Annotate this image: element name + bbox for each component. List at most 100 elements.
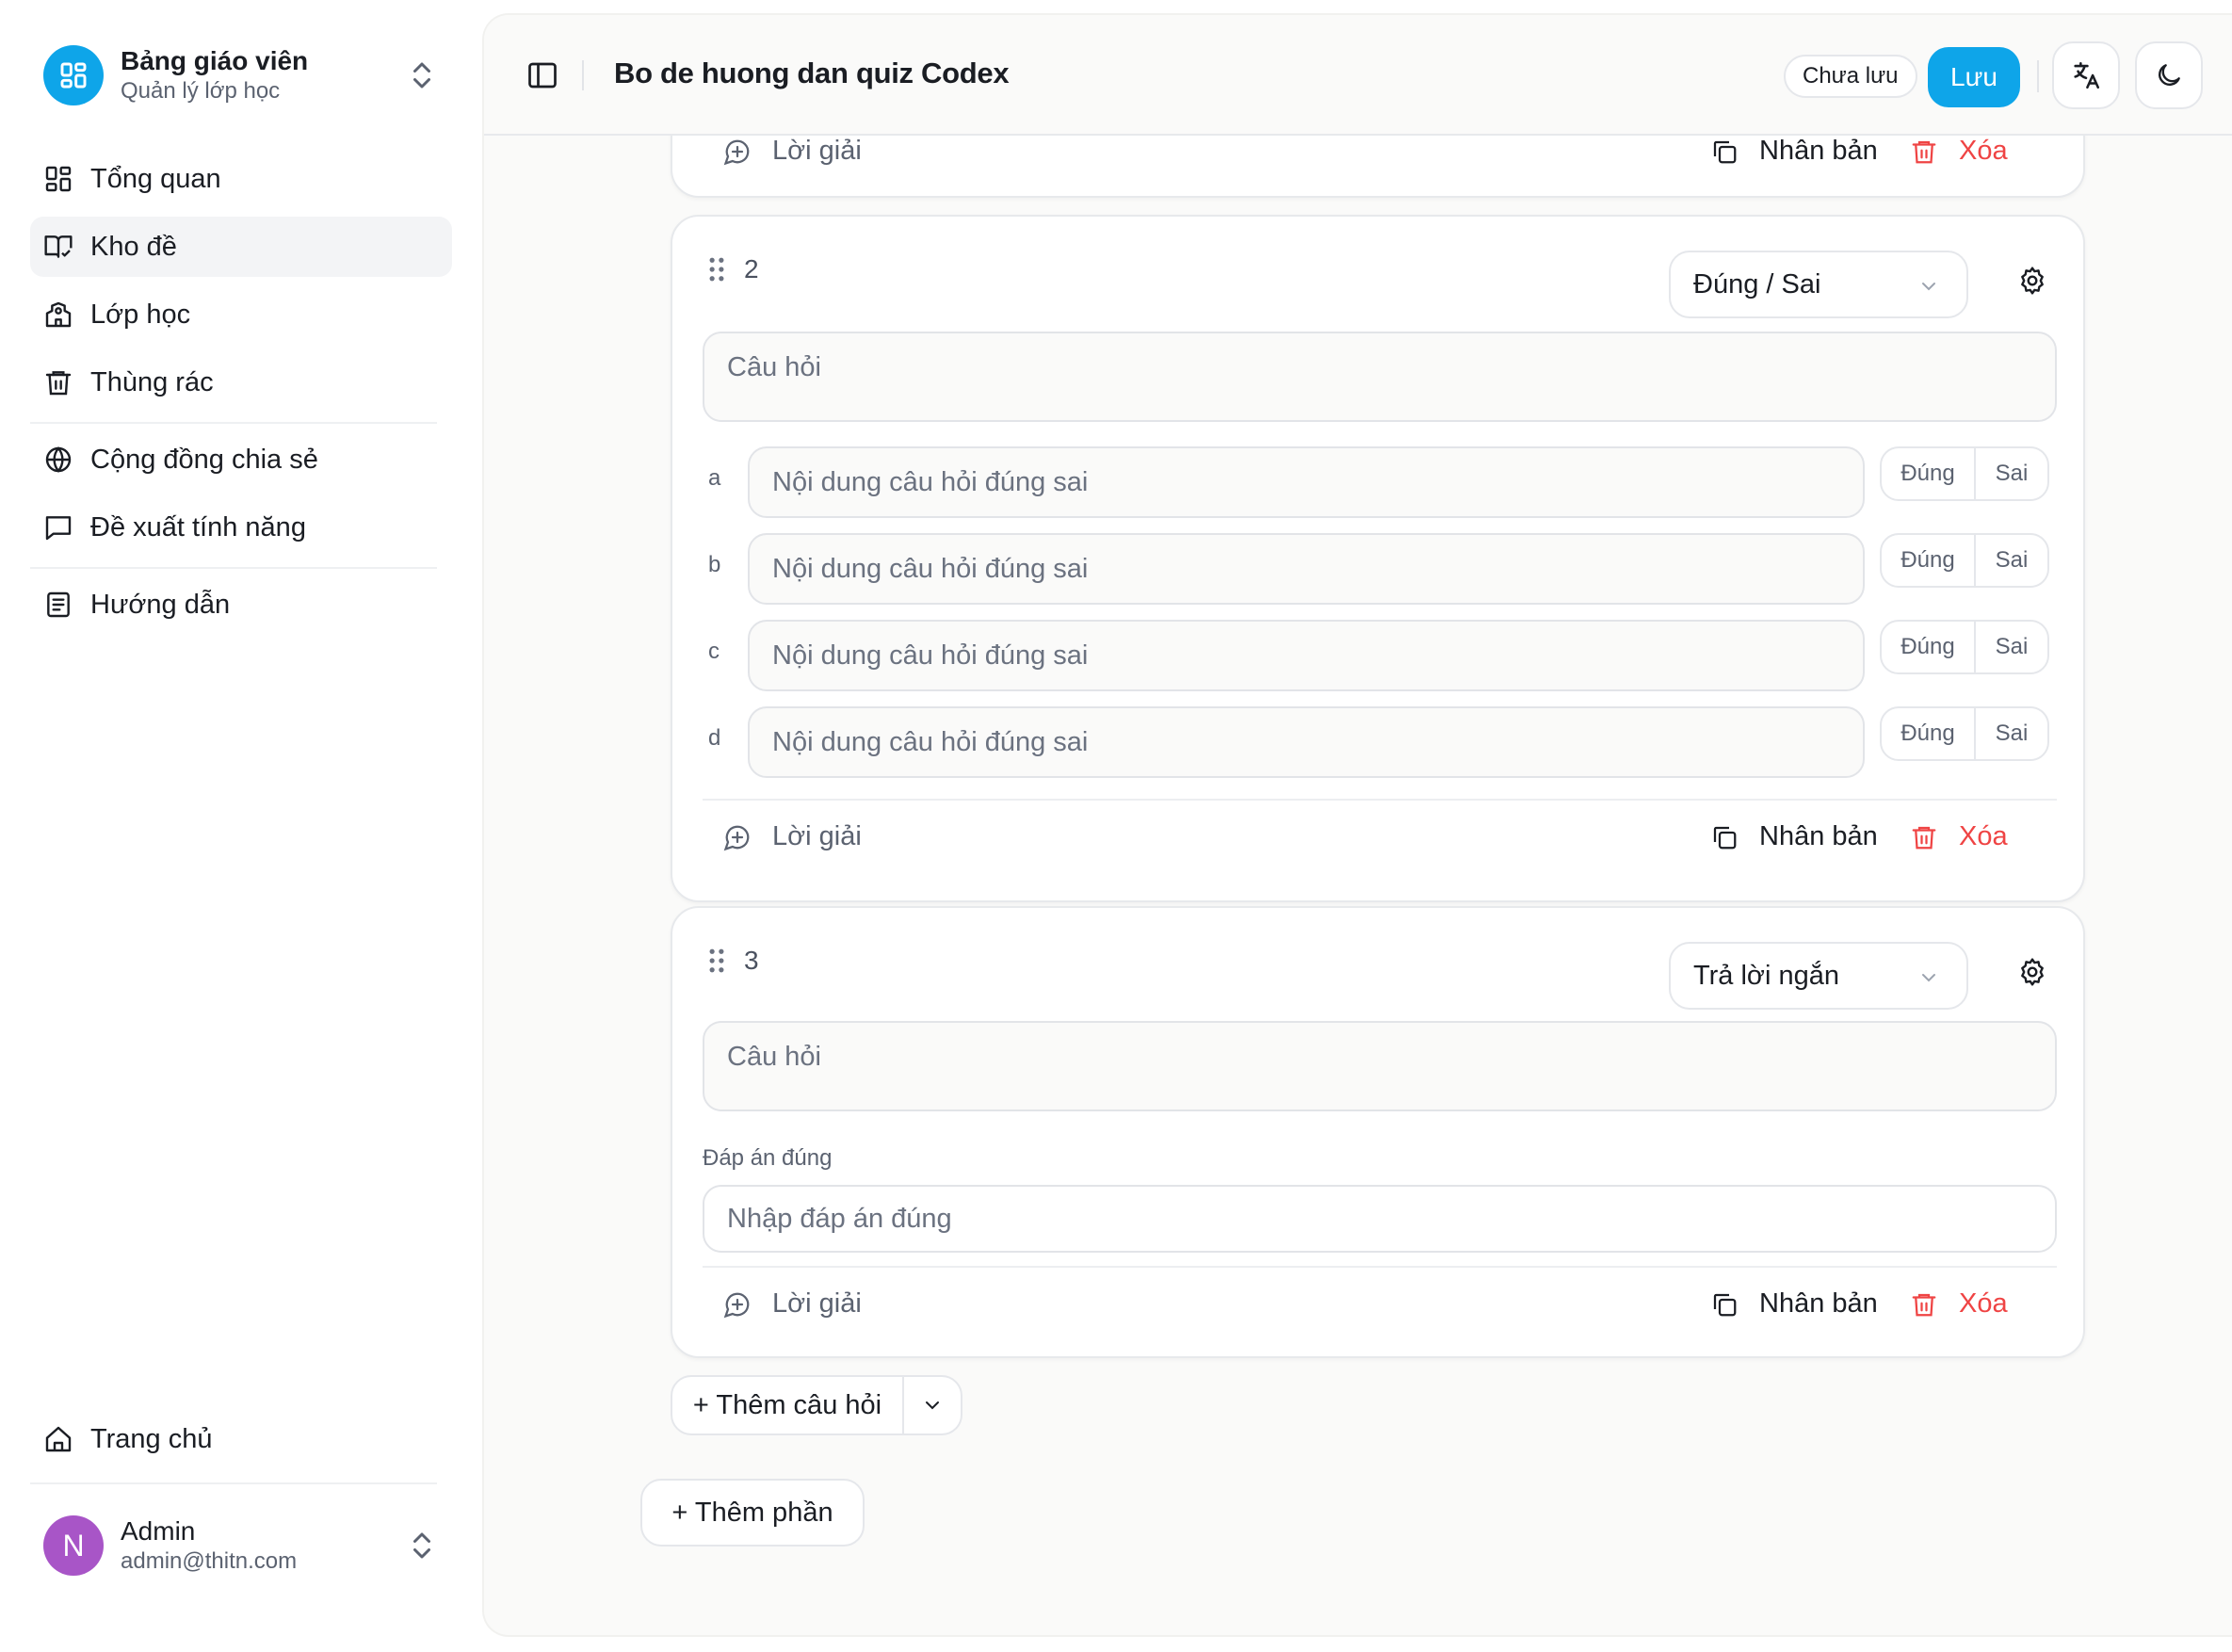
- translate-icon: [2074, 61, 2100, 89]
- duplicate-button[interactable]: Nhân bản: [1710, 1288, 1878, 1320]
- gear-icon[interactable]: [2017, 266, 2047, 296]
- sidebar-item-trash[interactable]: Thùng rác: [30, 352, 452, 413]
- false-option[interactable]: Sai: [1976, 448, 2047, 499]
- main-content: Lời giải Nhân bản Xóa 2 Đúng / Sai Câu h…: [482, 13, 2232, 1637]
- nav-divider: [30, 567, 437, 569]
- language-button[interactable]: [2052, 41, 2120, 109]
- gear-icon[interactable]: [2017, 957, 2047, 987]
- false-option[interactable]: Sai: [1976, 622, 2047, 672]
- true-option[interactable]: Đúng: [1882, 535, 1976, 586]
- message-plus-icon: [723, 139, 750, 165]
- sidebar-item-label: Đề xuất tính năng: [90, 511, 306, 543]
- solution-button[interactable]: Lời giải: [723, 821, 862, 852]
- copy-icon: [1713, 826, 1737, 849]
- false-option[interactable]: Sai: [1976, 535, 2047, 586]
- statement-row-d: d Nội dung câu hỏi đúng sai Đúng Sai: [703, 706, 2057, 780]
- question-number: 2: [744, 254, 759, 283]
- duplicate-label: Nhân bản: [1759, 1288, 1878, 1319]
- card-footer: Lời giải Nhân bản Xóa: [703, 1266, 2057, 1349]
- true-option[interactable]: Đúng: [1882, 448, 1976, 499]
- delete-button[interactable]: Xóa: [1910, 136, 2008, 167]
- drag-handle-icon[interactable]: [708, 948, 725, 973]
- true-false-toggle: Đúng Sai: [1880, 620, 2049, 674]
- sidebar-item-classes[interactable]: Lớp học: [30, 284, 452, 345]
- sidebar-item-guide[interactable]: Hướng dẫn: [30, 575, 452, 635]
- question-type-select[interactable]: Trả lời ngắn: [1669, 942, 1968, 1010]
- sidebar-item-overview[interactable]: Tổng quan: [30, 149, 452, 209]
- dashboard-logo-icon: [43, 45, 104, 105]
- delete-label: Xóa: [1959, 1288, 2008, 1319]
- question-card-3: 3 Trả lời ngắn Câu hỏi Đáp án đúng Nhập …: [671, 906, 2085, 1358]
- question-text-input[interactable]: Câu hỏi: [703, 1021, 2057, 1111]
- statement-input[interactable]: Nội dung câu hỏi đúng sai: [748, 446, 1865, 518]
- sidebar-toggle-icon[interactable]: [526, 58, 559, 92]
- header-divider: [582, 60, 584, 90]
- true-option[interactable]: Đúng: [1882, 708, 1976, 759]
- drag-handle-icon[interactable]: [708, 257, 725, 282]
- trash-icon: [1912, 1293, 1936, 1316]
- statement-letter: d: [708, 725, 721, 751]
- sidebar-item-question-bank[interactable]: Kho đề: [30, 217, 452, 277]
- question-number: 3: [744, 946, 759, 975]
- user-name: Admin: [121, 1516, 196, 1546]
- sidebar-item-community[interactable]: Cộng đồng chia sẻ: [30, 429, 452, 490]
- dashboard-icon: [45, 166, 72, 192]
- save-button[interactable]: Lưu: [1928, 47, 2020, 107]
- header-divider: [2037, 60, 2039, 92]
- workspace-switcher[interactable]: Bảng giáo viên Quản lý lớp học: [43, 41, 439, 109]
- nav-divider: [30, 1482, 437, 1484]
- chevron-down-icon: [1922, 283, 1935, 291]
- duplicate-label: Nhân bản: [1759, 821, 1878, 851]
- solution-label: Lời giải: [772, 136, 862, 166]
- statement-input[interactable]: Nội dung câu hỏi đúng sai: [748, 620, 1865, 691]
- answer-label: Đáp án đúng: [703, 1145, 833, 1171]
- theme-toggle-button[interactable]: [2135, 41, 2203, 109]
- duplicate-label: Nhân bản: [1759, 136, 1878, 166]
- solution-button[interactable]: Lời giải: [723, 1288, 862, 1320]
- question-text-input[interactable]: Câu hỏi: [703, 332, 2057, 422]
- true-option[interactable]: Đúng: [1882, 622, 1976, 672]
- question-header: 2: [708, 254, 759, 284]
- solution-button[interactable]: Lời giải: [723, 136, 862, 167]
- school-icon: [45, 301, 72, 328]
- message-plus-icon: [723, 825, 750, 850]
- true-false-toggle: Đúng Sai: [1880, 446, 2049, 501]
- message-icon: [45, 516, 72, 541]
- answer-input[interactable]: Nhập đáp án đúng: [703, 1185, 2057, 1253]
- page-title: Bo de huong dan quiz Codex: [614, 57, 1010, 89]
- sidebar-item-label: Hướng dẫn: [90, 589, 231, 620]
- question-type-select[interactable]: Đúng / Sai: [1669, 251, 1968, 318]
- sidebar-item-label: Thùng rác: [90, 366, 214, 397]
- statement-letter: c: [708, 639, 720, 664]
- nav-divider: [30, 422, 437, 424]
- true-false-toggle: Đúng Sai: [1880, 706, 2049, 761]
- chevrons-up-down-icon: [413, 62, 430, 89]
- delete-button[interactable]: Xóa: [1910, 1288, 2008, 1320]
- delete-label: Xóa: [1959, 821, 2008, 851]
- message-plus-icon: [723, 1292, 750, 1318]
- sidebar-item-home[interactable]: Trang chủ: [30, 1409, 452, 1469]
- statement-input[interactable]: Nội dung câu hỏi đúng sai: [748, 533, 1865, 605]
- sidebar-item-label: Lớp học: [90, 299, 191, 330]
- home-icon: [45, 1426, 72, 1452]
- chevrons-up-down-icon: [413, 1532, 430, 1559]
- add-question-button[interactable]: + Thêm câu hỏi: [672, 1377, 904, 1433]
- brand-subtitle: Quản lý lớp học: [121, 78, 281, 104]
- statement-input[interactable]: Nội dung câu hỏi đúng sai: [748, 706, 1865, 778]
- delete-button[interactable]: Xóa: [1910, 821, 2008, 852]
- solution-label: Lời giải: [772, 821, 862, 851]
- sidebar-item-feature-request[interactable]: Đề xuất tính năng: [30, 497, 452, 558]
- duplicate-button[interactable]: Nhân bản: [1710, 821, 1878, 852]
- card-footer: Lời giải Nhân bản Xóa: [703, 799, 2057, 882]
- user-menu[interactable]: N Admin admin@thitn.com: [43, 1513, 439, 1579]
- question-header: 3: [708, 946, 759, 976]
- sidebar-item-label: Trang chủ: [90, 1423, 213, 1454]
- add-section-button[interactable]: + Thêm phần: [640, 1479, 865, 1547]
- chevron-down-icon: [926, 1401, 939, 1410]
- duplicate-button[interactable]: Nhân bản: [1710, 136, 1878, 167]
- question-card-2: 2 Đúng / Sai Câu hỏi a Nội dung câu hỏi …: [671, 215, 2085, 902]
- add-question-type-dropdown[interactable]: [904, 1377, 961, 1433]
- false-option[interactable]: Sai: [1976, 708, 2047, 759]
- brand-title: Bảng giáo viên: [121, 46, 309, 75]
- book-icon: [44, 235, 73, 258]
